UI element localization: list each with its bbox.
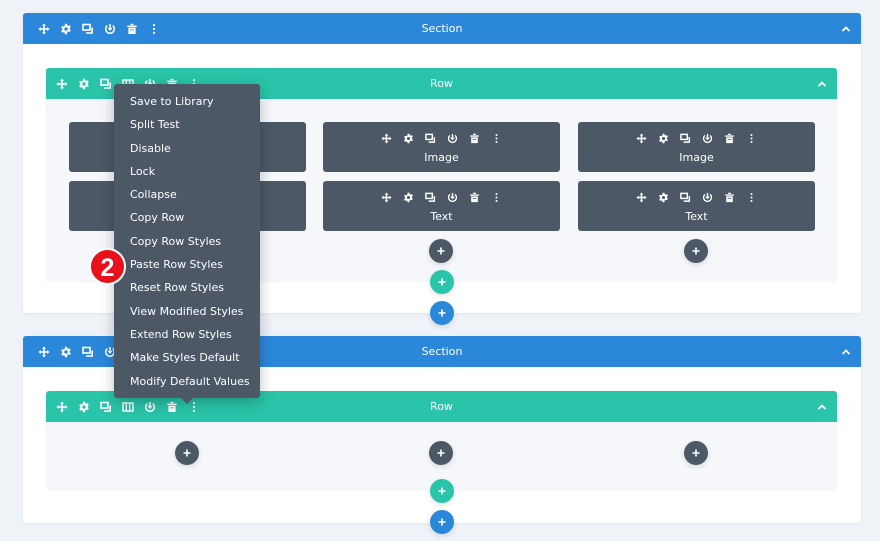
duplicate-icon[interactable] xyxy=(675,130,697,146)
menu-item-copy-row[interactable]: Copy Row xyxy=(114,206,260,229)
menu-item-paste-row-styles[interactable]: Paste Row Styles xyxy=(114,253,260,276)
chevron-up-icon[interactable] xyxy=(837,13,855,44)
module-title: Image xyxy=(679,151,714,164)
add-module-button[interactable] xyxy=(429,239,453,263)
move-icon[interactable] xyxy=(376,189,398,205)
module-toolbar xyxy=(323,130,560,146)
more-icon[interactable] xyxy=(741,189,763,205)
move-icon[interactable] xyxy=(376,130,398,146)
move-icon[interactable] xyxy=(631,189,653,205)
power-icon[interactable] xyxy=(697,189,719,205)
plus-icon xyxy=(436,246,446,256)
menu-item-split-test[interactable]: Split Test xyxy=(114,113,260,136)
menu-item-make-styles-default[interactable]: Make Styles Default xyxy=(114,346,260,369)
power-icon[interactable] xyxy=(697,130,719,146)
chevron-up-icon[interactable] xyxy=(837,336,855,367)
section-1-toolbar: Section xyxy=(23,13,861,44)
chevron-up-icon[interactable] xyxy=(813,68,831,99)
more-icon[interactable] xyxy=(486,130,508,146)
trash-icon[interactable] xyxy=(719,130,741,146)
power-icon[interactable] xyxy=(442,189,464,205)
module-title: Text xyxy=(430,210,453,223)
add-section-button[interactable] xyxy=(430,301,454,325)
add-row-button[interactable] xyxy=(430,270,454,294)
gear-icon[interactable] xyxy=(653,130,675,146)
plus-icon xyxy=(182,448,192,458)
add-row-button[interactable] xyxy=(430,479,454,503)
section-title: Section xyxy=(421,22,463,35)
chevron-up-icon[interactable] xyxy=(813,391,831,422)
menu-item-modify-default-values[interactable]: Modify Default Values xyxy=(114,370,260,393)
more-icon[interactable] xyxy=(741,130,763,146)
plus-icon xyxy=(691,246,701,256)
module-text[interactable]: Text xyxy=(578,181,815,231)
menu-item-reset-row-styles[interactable]: Reset Row Styles xyxy=(114,276,260,299)
row-context-menu: Save to Library Split Test Disable Lock … xyxy=(114,84,260,404)
add-module-button[interactable] xyxy=(684,441,708,465)
plus-icon xyxy=(436,448,446,458)
module-toolbar xyxy=(578,130,815,146)
menu-item-view-modified-styles[interactable]: View Modified Styles xyxy=(114,300,260,323)
module-text[interactable]: Text xyxy=(323,181,560,231)
duplicate-icon[interactable] xyxy=(420,189,442,205)
gear-icon[interactable] xyxy=(398,189,420,205)
power-icon[interactable] xyxy=(442,130,464,146)
menu-item-save-to-library[interactable]: Save to Library xyxy=(114,90,260,113)
trash-icon[interactable] xyxy=(464,130,486,146)
menu-item-copy-row-styles[interactable]: Copy Row Styles xyxy=(114,230,260,253)
menu-item-lock[interactable]: Lock xyxy=(114,160,260,183)
menu-item-extend-row-styles[interactable]: Extend Row Styles xyxy=(114,323,260,346)
add-module-button[interactable] xyxy=(684,239,708,263)
module-toolbar xyxy=(578,189,815,205)
plus-icon xyxy=(691,448,701,458)
module-title: Image xyxy=(424,151,459,164)
trash-icon[interactable] xyxy=(464,189,486,205)
step-badge: 2 xyxy=(89,248,126,285)
plus-icon xyxy=(437,486,447,496)
module-title: Text xyxy=(685,210,708,223)
plus-icon xyxy=(437,308,447,318)
menu-item-collapse[interactable]: Collapse xyxy=(114,183,260,206)
plus-icon xyxy=(437,517,447,527)
add-section-button[interactable] xyxy=(430,510,454,534)
gear-icon[interactable] xyxy=(653,189,675,205)
move-icon[interactable] xyxy=(631,130,653,146)
gear-icon[interactable] xyxy=(398,130,420,146)
more-icon[interactable] xyxy=(486,189,508,205)
module-toolbar xyxy=(323,189,560,205)
module-image[interactable]: Image xyxy=(578,122,815,172)
add-module-button[interactable] xyxy=(175,441,199,465)
trash-icon[interactable] xyxy=(719,189,741,205)
row-2[interactable]: Row xyxy=(46,391,837,491)
duplicate-icon[interactable] xyxy=(675,189,697,205)
module-image[interactable]: Image xyxy=(323,122,560,172)
plus-icon xyxy=(437,277,447,287)
duplicate-icon[interactable] xyxy=(420,130,442,146)
add-module-button[interactable] xyxy=(429,441,453,465)
menu-item-disable[interactable]: Disable xyxy=(114,137,260,160)
